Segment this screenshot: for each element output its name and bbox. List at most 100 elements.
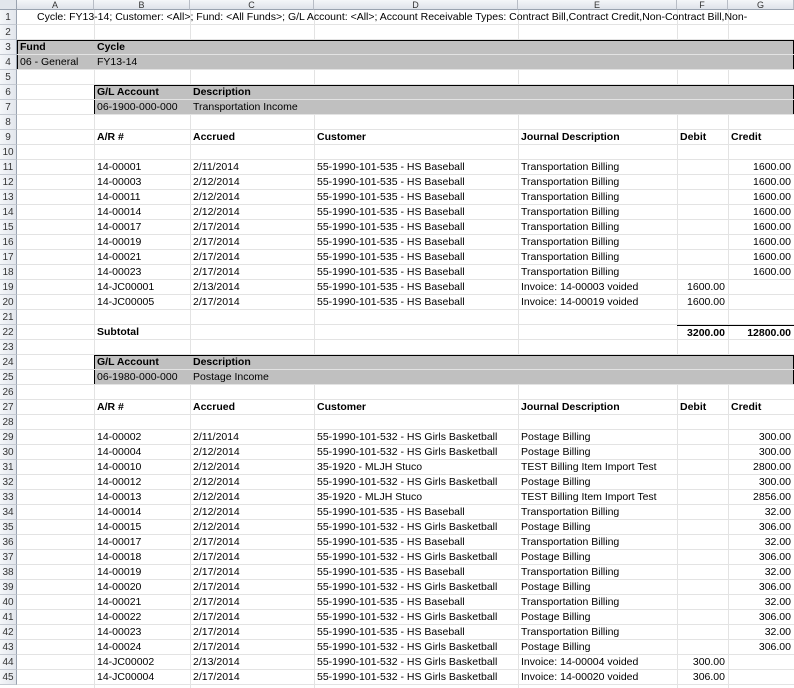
- debit-amount[interactable]: [677, 460, 728, 474]
- customer-name[interactable]: 55-1990-101-535 - HS Baseball: [314, 625, 518, 639]
- debit-amount[interactable]: [677, 550, 728, 564]
- customer-name[interactable]: 35-1920 - MLJH Stuco: [314, 460, 518, 474]
- row-header-7[interactable]: 7: [0, 100, 17, 115]
- accrued-date[interactable]: 2/12/2014: [190, 490, 314, 504]
- credit-amount[interactable]: [728, 295, 794, 309]
- row-header-17[interactable]: 17: [0, 250, 17, 265]
- journal-description[interactable]: Transportation Billing: [518, 535, 677, 549]
- column-header-e[interactable]: E: [518, 0, 677, 10]
- journal-description[interactable]: Postage Billing: [518, 520, 677, 534]
- customer-name[interactable]: 55-1990-101-535 - HS Baseball: [314, 175, 518, 189]
- accrued-date[interactable]: 2/17/2014: [190, 595, 314, 609]
- row-header-29[interactable]: 29: [0, 430, 17, 445]
- ar-number[interactable]: 14-00017: [94, 220, 190, 234]
- subtotal-debit[interactable]: 3200.00: [677, 325, 728, 339]
- accrued-date[interactable]: 2/17/2014: [190, 670, 314, 684]
- customer-name[interactable]: 55-1990-101-532 - HS Girls Basketball: [314, 610, 518, 624]
- row-header-37[interactable]: 37: [0, 550, 17, 565]
- journal-description[interactable]: Transportation Billing: [518, 160, 677, 174]
- journal-description[interactable]: Postage Billing: [518, 580, 677, 594]
- customer-header[interactable]: Customer: [314, 400, 518, 414]
- ar-number[interactable]: 14-JC00002: [94, 655, 190, 669]
- select-all-corner[interactable]: [0, 0, 17, 10]
- ar-number[interactable]: 14-00010: [94, 460, 190, 474]
- ar-number[interactable]: 14-00004: [94, 445, 190, 459]
- row-header-28[interactable]: 28: [0, 415, 17, 430]
- accrued-date[interactable]: 2/12/2014: [190, 460, 314, 474]
- ar-number[interactable]: 14-00015: [94, 520, 190, 534]
- debit-amount[interactable]: [677, 235, 728, 249]
- accrued-header[interactable]: Accrued: [190, 400, 314, 414]
- customer-name[interactable]: 55-1990-101-532 - HS Girls Basketball: [314, 475, 518, 489]
- journal-description[interactable]: Postage Billing: [518, 475, 677, 489]
- credit-amount[interactable]: 32.00: [728, 565, 794, 579]
- credit-amount[interactable]: 1600.00: [728, 250, 794, 264]
- subtotal-credit[interactable]: 12800.00: [728, 325, 794, 339]
- accrued-date[interactable]: 2/17/2014: [190, 250, 314, 264]
- column-header-f[interactable]: F: [677, 0, 728, 10]
- credit-amount[interactable]: 1600.00: [728, 235, 794, 249]
- accrued-date[interactable]: 2/17/2014: [190, 295, 314, 309]
- ar-header[interactable]: A/R #: [94, 400, 190, 414]
- column-header-b[interactable]: B: [94, 0, 190, 10]
- accrued-date[interactable]: 2/12/2014: [190, 445, 314, 459]
- debit-amount[interactable]: [677, 610, 728, 624]
- row-header-14[interactable]: 14: [0, 205, 17, 220]
- credit-amount[interactable]: 300.00: [728, 475, 794, 489]
- fund-value[interactable]: 06 - General: [17, 55, 94, 69]
- credit-amount[interactable]: 1600.00: [728, 175, 794, 189]
- row-header-21[interactable]: 21: [0, 310, 17, 325]
- credit-amount[interactable]: [728, 280, 794, 294]
- row-header-31[interactable]: 31: [0, 460, 17, 475]
- ar-number[interactable]: 14-00024: [94, 640, 190, 654]
- debit-amount[interactable]: [677, 190, 728, 204]
- customer-name[interactable]: 55-1990-101-535 - HS Baseball: [314, 250, 518, 264]
- journal-description[interactable]: Postage Billing: [518, 640, 677, 654]
- accrued-date[interactable]: 2/11/2014: [190, 160, 314, 174]
- row-header-38[interactable]: 38: [0, 565, 17, 580]
- journal-description[interactable]: Postage Billing: [518, 610, 677, 624]
- journal-description[interactable]: Transportation Billing: [518, 190, 677, 204]
- gl-account-label[interactable]: G/L Account: [94, 85, 190, 99]
- credit-amount[interactable]: 1600.00: [728, 265, 794, 279]
- credit-amount[interactable]: 32.00: [728, 595, 794, 609]
- debit-amount[interactable]: [677, 475, 728, 489]
- journal-description[interactable]: Postage Billing: [518, 430, 677, 444]
- customer-name[interactable]: 55-1990-101-532 - HS Girls Basketball: [314, 445, 518, 459]
- credit-amount[interactable]: 306.00: [728, 550, 794, 564]
- credit-amount[interactable]: [728, 655, 794, 669]
- credit-amount[interactable]: 32.00: [728, 535, 794, 549]
- debit-amount[interactable]: [677, 175, 728, 189]
- row-header-8[interactable]: 8: [0, 115, 17, 130]
- debit-amount[interactable]: [677, 265, 728, 279]
- debit-amount[interactable]: [677, 595, 728, 609]
- ar-number[interactable]: 14-00011: [94, 190, 190, 204]
- row-header-1[interactable]: 1: [0, 10, 17, 25]
- customer-name[interactable]: 55-1990-101-535 - HS Baseball: [314, 160, 518, 174]
- debit-amount[interactable]: 300.00: [677, 655, 728, 669]
- customer-name[interactable]: 55-1990-101-535 - HS Baseball: [314, 505, 518, 519]
- row-header-36[interactable]: 36: [0, 535, 17, 550]
- journal-description[interactable]: Transportation Billing: [518, 205, 677, 219]
- credit-amount[interactable]: [728, 670, 794, 684]
- accrued-date[interactable]: 2/12/2014: [190, 190, 314, 204]
- journal-description-header[interactable]: Journal Description: [518, 130, 677, 144]
- row-header-20[interactable]: 20: [0, 295, 17, 310]
- debit-amount[interactable]: [677, 205, 728, 219]
- debit-amount[interactable]: [677, 160, 728, 174]
- credit-amount[interactable]: 306.00: [728, 610, 794, 624]
- row-header-33[interactable]: 33: [0, 490, 17, 505]
- debit-amount[interactable]: [677, 535, 728, 549]
- accrued-date[interactable]: 2/12/2014: [190, 505, 314, 519]
- credit-amount[interactable]: 32.00: [728, 625, 794, 639]
- row-header-34[interactable]: 34: [0, 505, 17, 520]
- debit-amount[interactable]: [677, 490, 728, 504]
- row-header-30[interactable]: 30: [0, 445, 17, 460]
- credit-amount[interactable]: 2800.00: [728, 460, 794, 474]
- customer-name[interactable]: 55-1990-101-535 - HS Baseball: [314, 535, 518, 549]
- ar-number[interactable]: 14-00012: [94, 475, 190, 489]
- journal-description-header[interactable]: Journal Description: [518, 400, 677, 414]
- accrued-date[interactable]: 2/12/2014: [190, 175, 314, 189]
- subtotal-label[interactable]: Subtotal: [94, 325, 190, 339]
- debit-amount[interactable]: [677, 505, 728, 519]
